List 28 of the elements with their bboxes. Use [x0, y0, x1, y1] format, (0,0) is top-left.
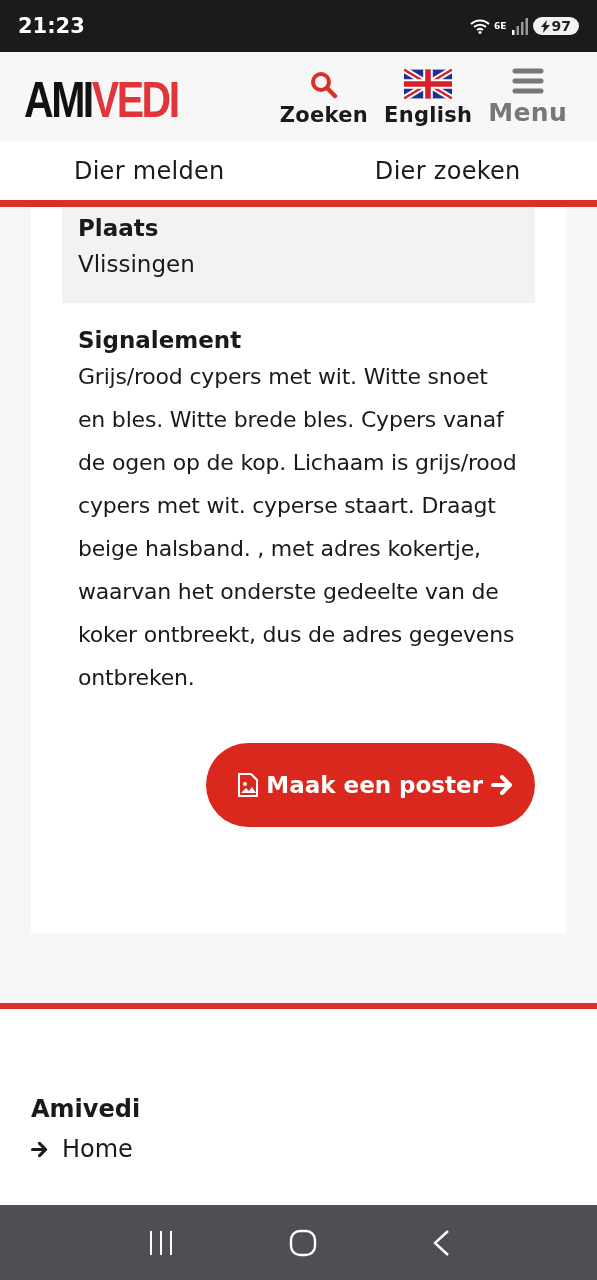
menu-link[interactable]: Menu — [488, 67, 567, 127]
network-type: 6E — [494, 21, 507, 31]
description-text: Grijs/rood cypers met wit. Witte snoet en bles. Witte brede bles. Cypers vanaf de ogen op de kop. Lichaam is grijs/rood cypers met wit. cyperse staart. Draagt beige halsband. , met adres kokertje, waarvan het onderste gedeelte van de koker ontbreekt, dus de adres gegevens ontbreken. — [78, 363, 518, 692]
place-value: Vlissingen — [78, 250, 196, 279]
nav-link[interactable]: Dier zoeken — [298, 142, 597, 200]
recent-apps-icon[interactable] — [147, 1229, 174, 1256]
battery-indicator: 97 — [532, 17, 579, 35]
poster-button[interactable]: Maak een poster — [206, 743, 535, 827]
wifi-icon — [470, 18, 491, 34]
image-file-icon — [238, 773, 259, 797]
search-icon — [309, 70, 338, 99]
logo[interactable]: AMIVEDI — [24, 75, 178, 125]
signal-icon — [510, 17, 529, 35]
flag-link[interactable]: English — [384, 68, 473, 127]
menu-icon — [511, 67, 544, 94]
back-icon[interactable] — [431, 1228, 450, 1257]
nav-link[interactable]: Dier melden — [0, 142, 299, 200]
footer-link[interactable]: Home — [62, 1133, 133, 1165]
description-label: Signalement — [78, 326, 243, 355]
arrow-right-icon — [491, 774, 513, 796]
arrow-right-icon — [31, 1140, 48, 1158]
charging-icon — [540, 19, 550, 33]
home-icon[interactable] — [288, 1228, 317, 1257]
clock: 21:23 — [18, 14, 85, 38]
search-link[interactable]: Zoeken — [279, 70, 369, 127]
footer-heading: Amivedi — [31, 1094, 142, 1125]
place-label: Plaats — [78, 214, 160, 243]
flag-icon — [404, 68, 453, 99]
